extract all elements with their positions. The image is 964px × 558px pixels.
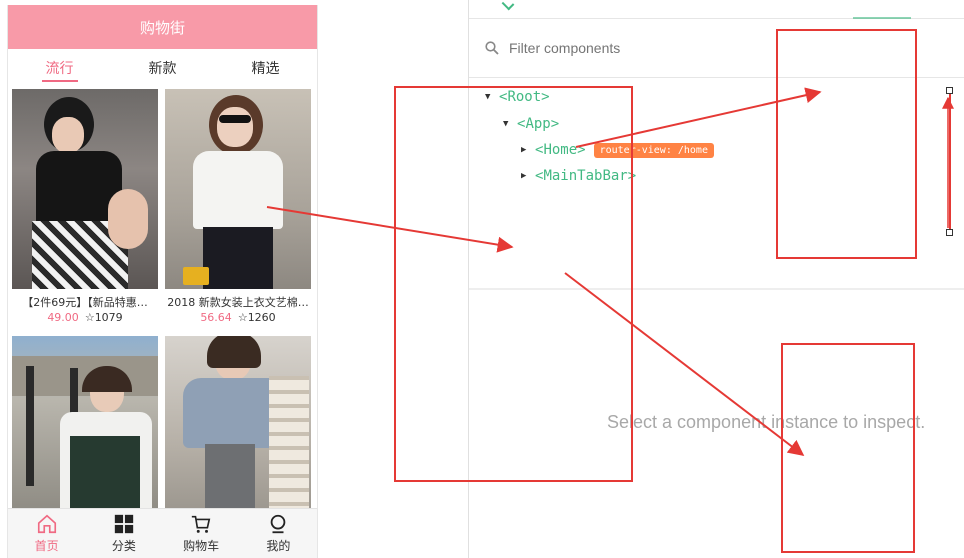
tree-node-home[interactable]: ▶ < Home > router-view: /home <box>521 139 714 161</box>
router-view-badge: router-view: /home <box>593 142 714 158</box>
tree-node-maintabbar[interactable]: ▶ < MainTabBar > <box>521 165 636 187</box>
tree-node-name: Home <box>543 142 578 158</box>
inspector-empty-message: Select a component instance to inspect. <box>607 412 926 432</box>
star-icon: ☆ <box>237 311 248 324</box>
tree-node-app[interactable]: ▼ < App > <box>503 113 559 135</box>
tree-node-name: MainTabBar <box>543 168 628 184</box>
goods-image <box>165 89 311 289</box>
component-tree: ▼ < Root > ▼ < App > ▶ < Home > router-view: /… <box>469 78 964 288</box>
resize-handle-bottom[interactable] <box>946 229 953 236</box>
main-tab-bar: 首页 分类 购物车 我的 <box>8 508 317 558</box>
goods-image <box>165 336 311 516</box>
collapse-arrow-icon[interactable]: ▶ <box>521 171 535 181</box>
tree-node-open-bracket: < <box>535 168 544 184</box>
expand-arrow-icon[interactable]: ▼ <box>503 119 517 129</box>
vue-devtools-panel: ▼ <Root> ▼ <App> ▶ <Home> router-view: /… <box>468 0 964 558</box>
goods-item[interactable] <box>165 336 311 516</box>
tab-new-label: 新款 <box>148 61 177 77</box>
goods-item[interactable] <box>12 336 158 516</box>
tabbar-item-label: 购物车 <box>183 539 220 553</box>
goods-meta: 49.00 ☆1079 <box>12 310 158 325</box>
tree-node-open-bracket: < <box>517 116 526 132</box>
goods-collect-count: 1260 <box>247 311 276 324</box>
filter-components-input[interactable] <box>507 39 771 57</box>
filter-bar <box>469 19 964 78</box>
goods-price: 56.64 <box>200 311 232 324</box>
active-tab-indicator <box>853 17 911 19</box>
tab-control: 流行 新款 精选 <box>8 49 317 89</box>
collapse-arrow-icon[interactable]: ▶ <box>521 145 535 155</box>
vue-logo-icon <box>501 0 515 11</box>
tree-node-open-bracket: < <box>535 142 544 158</box>
devtools-toolbar <box>469 0 964 19</box>
tree-node-close-bracket: > <box>577 142 586 158</box>
goods-meta: 56.64 ☆1260 <box>165 310 311 325</box>
tabbar-item-cart[interactable]: 购物车 <box>163 509 240 558</box>
nav-bar-title: 购物街 <box>139 18 185 37</box>
tabbar-item-label: 我的 <box>266 539 291 553</box>
goods-image <box>12 336 158 516</box>
resize-handle[interactable] <box>949 90 951 232</box>
nav-bar: 购物街 <box>8 5 317 49</box>
star-icon: ☆ <box>84 311 95 324</box>
cart-icon <box>191 515 211 533</box>
tabbar-item-home[interactable]: 首页 <box>8 509 85 558</box>
goods-title: 【2件69元】【新品特惠… <box>22 296 148 309</box>
goods-price: 49.00 <box>47 311 79 324</box>
goods-item[interactable]: 【2件69元】【新品特惠… 49.00 ☆1079 <box>12 89 158 325</box>
search-icon <box>485 41 499 55</box>
tree-node-close-bracket: > <box>541 89 550 105</box>
goods-item[interactable]: 2018 新款女装上衣文艺棉… 56.64 ☆1260 <box>165 89 311 325</box>
tab-popular[interactable]: 流行 <box>8 56 111 82</box>
goods-collect-count: 1079 <box>94 311 123 324</box>
tab-selected[interactable]: 精选 <box>214 56 317 82</box>
resize-handle-top[interactable] <box>946 87 953 94</box>
home-icon <box>37 514 56 534</box>
goods-title: 2018 新款女装上衣文艺棉… <box>167 296 309 309</box>
tabbar-item-label: 首页 <box>34 539 59 553</box>
tabbar-item-label: 分类 <box>111 539 136 553</box>
pane-splitter[interactable] <box>469 288 964 290</box>
tree-node-open-bracket: < <box>499 89 508 105</box>
tabbar-item-profile[interactable]: 我的 <box>240 509 317 558</box>
category-icon <box>114 514 134 534</box>
goods-image <box>12 89 158 289</box>
profile-icon <box>271 514 286 534</box>
tabbar-item-category[interactable]: 分类 <box>85 509 162 558</box>
tree-node-name: App <box>525 116 551 132</box>
phone-preview: 购物街 流行 新款 精选 【2件69元】【新品特惠… 49.00 ☆1079 2… <box>7 5 318 558</box>
tree-node-root[interactable]: ▼ < Root > <box>485 86 550 108</box>
tab-selected-label: 精选 <box>251 61 280 77</box>
tab-new[interactable]: 新款 <box>111 56 214 82</box>
tree-node-name: Root <box>507 89 542 105</box>
tree-node-close-bracket: > <box>627 168 637 184</box>
tree-node-close-bracket: > <box>550 116 560 132</box>
expand-arrow-icon[interactable]: ▼ <box>485 92 499 102</box>
tab-popular-label: 流行 <box>41 61 78 82</box>
